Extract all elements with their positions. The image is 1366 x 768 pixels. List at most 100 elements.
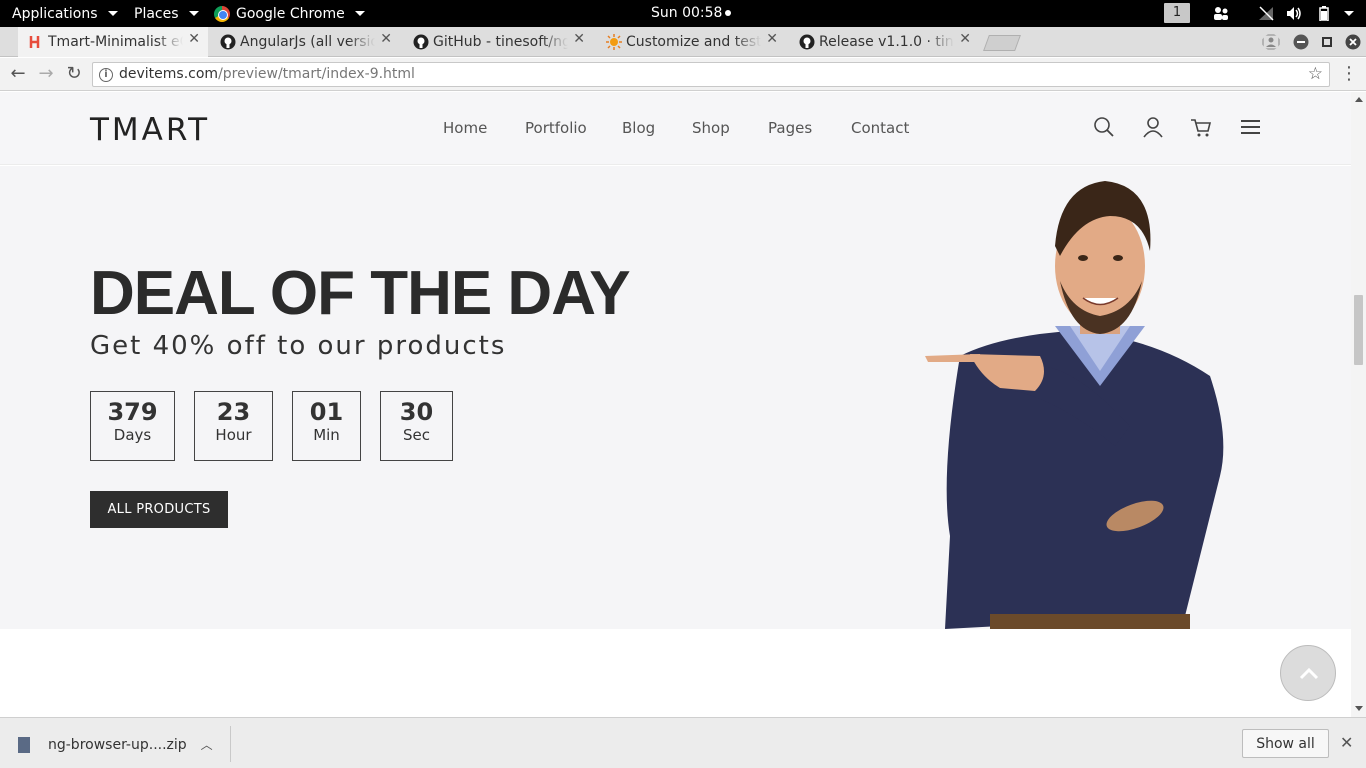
system-top-bar: Applications Places Google Chrome Sun 00… xyxy=(0,0,1366,27)
hamburger-icon[interactable] xyxy=(1240,116,1262,138)
close-icon[interactable]: ✕ xyxy=(573,31,585,47)
countdown-unit: Hour xyxy=(215,426,252,444)
tab-github-tinesoft[interactable]: GitHub - tinesoft/ng ✕ xyxy=(403,27,593,57)
close-icon[interactable]: ✕ xyxy=(959,31,971,47)
download-filename: ng-browser-up....zip xyxy=(48,736,187,753)
download-item[interactable]: ng-browser-up....zip ︿ xyxy=(18,736,213,753)
wifi-off-icon[interactable] xyxy=(1258,6,1274,21)
back-arrow-icon[interactable]: ← xyxy=(8,64,28,84)
tab-customize[interactable]: Customize and test ✕ xyxy=(596,27,786,57)
reload-icon[interactable]: ↻ xyxy=(64,64,84,84)
github-icon xyxy=(413,34,429,50)
people-icon[interactable] xyxy=(1213,6,1229,21)
user-icon[interactable] xyxy=(1142,116,1164,138)
tab-title: AngularJs (all version xyxy=(240,34,375,50)
countdown-days: 379 Days xyxy=(90,391,175,461)
notification-dot-icon xyxy=(725,10,732,16)
url-host: devitems.com xyxy=(119,66,219,82)
countdown-unit: Sec xyxy=(403,426,430,444)
nav-item-shop[interactable]: Shop xyxy=(692,119,768,137)
scroll-up-icon[interactable] xyxy=(1355,97,1363,102)
chrome-icon xyxy=(214,5,230,22)
url-path: /preview/tmart/index-9.html xyxy=(218,66,415,82)
address-bar[interactable]: i devitems.com/preview/tmart/index-9.htm… xyxy=(92,62,1330,87)
page-scrollbar[interactable] xyxy=(1351,92,1366,717)
scroll-thumb[interactable] xyxy=(1354,295,1363,365)
maximize-icon[interactable] xyxy=(1319,34,1335,50)
bookmark-star-icon[interactable]: ☆ xyxy=(1308,63,1323,86)
page-viewport: TMART Home Portfolio Blog Shop Pages Con… xyxy=(0,92,1351,717)
nav-item-portfolio[interactable]: Portfolio xyxy=(525,119,622,137)
tab-angularjs[interactable]: AngularJs (all version ✕ xyxy=(210,27,400,57)
more-vert-icon[interactable]: ⋮ xyxy=(1339,64,1359,84)
github-icon xyxy=(220,34,236,50)
countdown-unit: Days xyxy=(113,426,152,444)
countdown-value: 23 xyxy=(216,398,251,426)
countdown-value: 379 xyxy=(107,398,158,426)
show-all-button[interactable]: Show all xyxy=(1242,729,1329,758)
tab-title: Customize and test xyxy=(626,34,761,50)
chevron-down-icon xyxy=(354,11,365,16)
download-shelf: ng-browser-up....zip ︿ Show all ✕ xyxy=(0,717,1366,768)
tab-release[interactable]: Release v1.1.0 · tine ✕ xyxy=(789,27,979,57)
app-menu-chrome[interactable]: Google Chrome xyxy=(214,0,365,27)
applications-label: Applications xyxy=(12,5,98,22)
tab-title: Tmart-Minimalist eCo xyxy=(48,34,183,50)
clock-label: Sun 00:58 xyxy=(651,5,723,21)
divider xyxy=(230,726,231,762)
tab-strip: Tmart-Minimalist eCo ✕ AngularJs (all ve… xyxy=(0,27,1366,57)
forward-arrow-icon[interactable]: → xyxy=(36,64,56,84)
nav-item-contact[interactable]: Contact xyxy=(851,119,909,137)
chevron-up-icon[interactable]: ︿ xyxy=(201,736,213,753)
all-products-button[interactable]: ALL PRODUCTS xyxy=(90,491,228,528)
search-icon[interactable] xyxy=(1093,116,1115,138)
applications-menu[interactable]: Applications xyxy=(12,0,118,27)
tmart-favicon-icon xyxy=(29,36,40,48)
new-tab-button[interactable] xyxy=(983,35,1021,51)
nav-item-home[interactable]: Home xyxy=(443,119,525,137)
countdown-minutes: 01 Min xyxy=(292,391,361,461)
cart-icon[interactable] xyxy=(1190,116,1212,138)
nav-item-pages[interactable]: Pages xyxy=(768,119,851,137)
tab-tmart[interactable]: Tmart-Minimalist eCo ✕ xyxy=(18,27,208,57)
countdown-value: 30 xyxy=(399,398,434,426)
close-icon[interactable]: ✕ xyxy=(766,31,778,47)
app-menu-label: Google Chrome xyxy=(236,5,345,22)
countdown-value: 01 xyxy=(309,398,344,426)
hero-title: DEAL OF THE DAY xyxy=(90,259,631,328)
close-icon[interactable]: ✕ xyxy=(1340,733,1353,752)
workspace-indicator[interactable]: 1 xyxy=(1164,3,1190,23)
chevron-down-icon xyxy=(188,11,199,16)
deal-of-the-day-section: DEAL OF THE DAY Get 40% off to our produ… xyxy=(0,166,1351,629)
clock[interactable]: Sun 00:58 xyxy=(651,0,732,26)
volume-icon[interactable] xyxy=(1286,6,1302,21)
file-icon xyxy=(18,736,30,753)
scroll-down-icon[interactable] xyxy=(1355,706,1363,711)
info-icon[interactable]: i xyxy=(99,68,113,82)
close-window-icon[interactable] xyxy=(1345,34,1361,50)
nav-item-blog[interactable]: Blog xyxy=(622,119,692,137)
back-to-top-button[interactable] xyxy=(1280,645,1336,701)
github-icon xyxy=(799,34,815,50)
system-menu-chevron-icon[interactable] xyxy=(1344,11,1354,16)
chevron-down-icon xyxy=(107,11,118,16)
profile-icon[interactable] xyxy=(1262,34,1280,50)
tab-title: GitHub - tinesoft/ng xyxy=(433,34,568,50)
close-icon[interactable]: ✕ xyxy=(380,31,392,47)
places-menu[interactable]: Places xyxy=(134,0,199,27)
sun-favicon-icon xyxy=(606,34,622,50)
site-logo[interactable]: TMART xyxy=(90,112,210,148)
countdown-seconds: 30 Sec xyxy=(380,391,453,461)
countdown-hours: 23 Hour xyxy=(194,391,273,461)
places-label: Places xyxy=(134,5,179,22)
hero-subtitle: Get 40% off to our products xyxy=(90,331,507,361)
browser-toolbar: ← → ↻ i devitems.com/preview/tmart/index… xyxy=(0,58,1366,91)
hero-model-image xyxy=(925,181,1224,629)
main-nav: Home Portfolio Blog Shop Pages Contact xyxy=(443,119,909,137)
close-icon[interactable]: ✕ xyxy=(188,31,200,47)
battery-icon[interactable] xyxy=(1316,6,1332,21)
countdown-unit: Min xyxy=(313,426,340,444)
site-header: TMART Home Portfolio Blog Shop Pages Con… xyxy=(0,92,1351,165)
chevron-up-icon xyxy=(1299,667,1319,680)
minimize-icon[interactable] xyxy=(1293,34,1309,50)
